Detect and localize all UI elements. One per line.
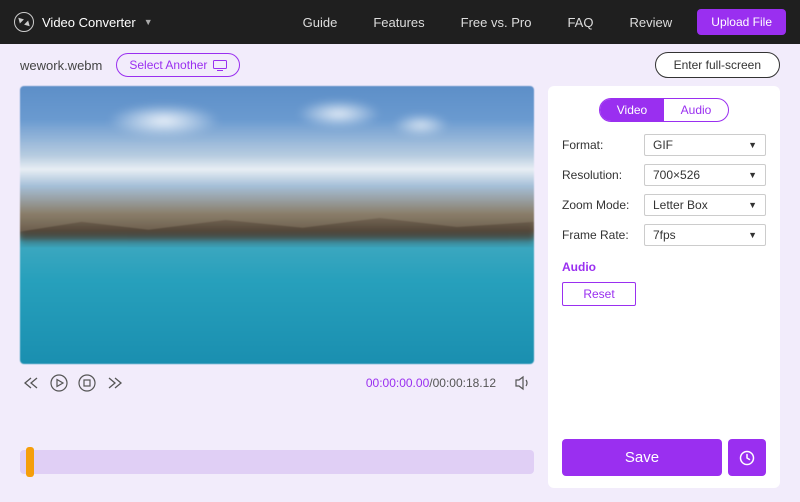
fullscreen-button[interactable]: Enter full-screen [655, 52, 780, 78]
main: 00:00:00.00/00:00:18.12 Video Audio Form… [0, 86, 800, 502]
upload-file-button[interactable]: Upload File [697, 9, 786, 35]
player: 00:00:00.00/00:00:18.12 [20, 86, 534, 488]
audio-section-label: Audio [562, 260, 766, 274]
total-time: 00:00:18.12 [433, 376, 496, 390]
field-zoom: Zoom Mode: Letter Box ▼ [562, 194, 766, 216]
topbar: Video Converter ▼ Guide Features Free vs… [0, 0, 800, 44]
timeline[interactable] [20, 450, 534, 474]
nav: Guide Features Free vs. Pro FAQ Review [303, 15, 672, 30]
monitor-icon [213, 60, 227, 71]
rewind-icon[interactable] [22, 374, 40, 392]
resolution-value: 700×526 [653, 168, 700, 182]
select-another-label: Select Another [129, 58, 207, 72]
resolution-label: Resolution: [562, 168, 644, 182]
framerate-select[interactable]: 7fps ▼ [644, 224, 766, 246]
field-format: Format: GIF ▼ [562, 134, 766, 156]
framerate-value: 7fps [653, 228, 676, 242]
chevron-down-icon: ▼ [748, 170, 757, 180]
select-another-button[interactable]: Select Another [116, 53, 240, 77]
refresh-icon [14, 12, 34, 32]
stop-icon[interactable] [78, 374, 96, 392]
app-name: Video Converter [42, 15, 136, 30]
reset-button[interactable]: Reset [562, 282, 636, 306]
zoom-value: Letter Box [653, 198, 708, 212]
video-preview[interactable] [20, 86, 534, 364]
nav-guide[interactable]: Guide [303, 15, 338, 30]
resolution-select[interactable]: 700×526 ▼ [644, 164, 766, 186]
schedule-button[interactable] [728, 439, 766, 476]
filename: wework.webm [20, 58, 102, 73]
subbar: wework.webm Select Another Enter full-sc… [0, 44, 800, 86]
timecode: 00:00:00.00/00:00:18.12 [366, 376, 496, 390]
clock-icon [739, 450, 755, 466]
field-framerate: Frame Rate: 7fps ▼ [562, 224, 766, 246]
chevron-down-icon: ▼ [144, 17, 153, 27]
tab-video[interactable]: Video [600, 99, 664, 121]
chevron-down-icon: ▼ [748, 200, 757, 210]
app-logo[interactable]: Video Converter ▼ [14, 12, 153, 32]
save-row: Save [562, 439, 766, 476]
format-value: GIF [653, 138, 673, 152]
playhead[interactable] [26, 447, 34, 477]
tab-audio[interactable]: Audio [664, 99, 728, 121]
save-button[interactable]: Save [562, 439, 722, 476]
zoom-label: Zoom Mode: [562, 198, 644, 212]
settings-panel: Video Audio Format: GIF ▼ Resolution: 70… [548, 86, 780, 488]
volume-icon[interactable] [514, 374, 532, 392]
chevron-down-icon: ▼ [748, 230, 757, 240]
nav-features[interactable]: Features [373, 15, 424, 30]
play-icon[interactable] [50, 374, 68, 392]
framerate-label: Frame Rate: [562, 228, 644, 242]
player-controls: 00:00:00.00/00:00:18.12 [20, 364, 534, 402]
field-resolution: Resolution: 700×526 ▼ [562, 164, 766, 186]
chevron-down-icon: ▼ [748, 140, 757, 150]
format-select[interactable]: GIF ▼ [644, 134, 766, 156]
current-time: 00:00:00.00 [366, 376, 429, 390]
mode-toggle: Video Audio [599, 98, 729, 122]
nav-faq[interactable]: FAQ [567, 15, 593, 30]
zoom-select[interactable]: Letter Box ▼ [644, 194, 766, 216]
nav-free-vs-pro[interactable]: Free vs. Pro [461, 15, 532, 30]
format-label: Format: [562, 138, 644, 152]
forward-icon[interactable] [106, 374, 124, 392]
nav-review[interactable]: Review [629, 15, 672, 30]
